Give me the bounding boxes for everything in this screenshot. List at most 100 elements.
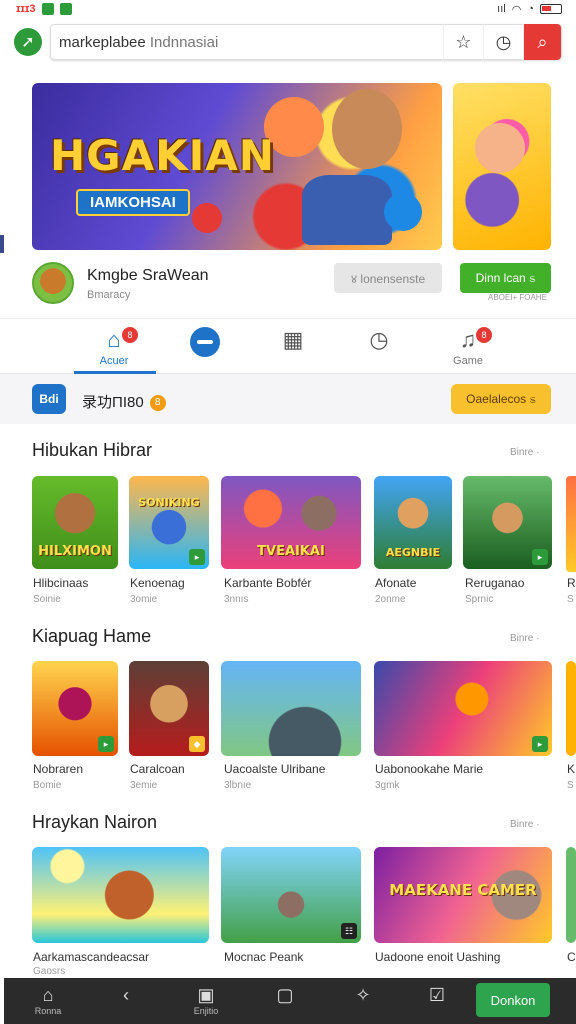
game-tile[interactable]: ☷ (221, 847, 361, 943)
tile-sub: Bomie (33, 780, 62, 791)
game-tile-partial[interactable] (566, 661, 576, 756)
badge-icon: ▸ (532, 736, 548, 752)
hero-banner[interactable]: HGAKIAN IAMKOHSAI (32, 83, 442, 250)
search-button[interactable]: ⌕ (523, 24, 561, 60)
tab-label: Game (453, 355, 483, 367)
game-tile[interactable]: TVEAIKAI (221, 476, 361, 569)
tile-sub: 3lbnıe (224, 780, 252, 791)
nav-home[interactable]: ⌂ Ronna (18, 984, 78, 1020)
tile-name: Mocnac Peank (224, 950, 304, 964)
tile-sub: 3emie (130, 780, 158, 791)
screen: ɪɪɪ3 ııl ◠ ◔ ➚ markeplabee Indnnasiai ☆ … (0, 0, 576, 1024)
back-icon: ‹ (123, 985, 129, 1005)
game-tile[interactable]: HILXIMON (32, 476, 118, 569)
game-tile[interactable] (221, 661, 361, 756)
game-tile[interactable]: SONIKING ▸ (129, 476, 209, 569)
tile-sub: S (567, 594, 574, 605)
tile-name: Uadoone enoit Uashing (375, 950, 501, 964)
tile-name: Afonate (375, 576, 417, 590)
install-note: ABOEI+ FOAHE (488, 293, 547, 302)
battery-icon (540, 4, 562, 14)
tile-sub: Sprnic (465, 594, 494, 605)
nav-label: Ronna (34, 1006, 62, 1016)
tab-history[interactable]: ◷ (337, 327, 421, 373)
game-tile[interactable]: MAEKANE CAMER (374, 847, 552, 943)
favorite-icon[interactable]: ☆ (443, 24, 483, 60)
check-icon: ☑ (428, 985, 446, 1005)
chat-icon (190, 327, 220, 357)
tile-caption: SONIKING (138, 496, 200, 509)
history-icon[interactable]: ◷ (483, 24, 523, 60)
tab-label: Acuer (99, 355, 129, 367)
tab-grid[interactable]: ▦ (251, 327, 335, 373)
tile-sub: 3nnıs (224, 594, 249, 605)
status-text: ɪɪɪ3 (16, 3, 36, 15)
tile-sub: Gaosrs (33, 966, 66, 977)
section-more-link[interactable]: Binre · (510, 633, 539, 644)
side-banner[interactable] (453, 83, 551, 250)
nav-star[interactable]: ✧ (333, 984, 393, 1020)
tile-name: Uacoalste Ulribane (224, 762, 326, 776)
banner-subtitle: IAMKOHSAI (76, 189, 190, 216)
tile-sub: 2onme (375, 594, 406, 605)
install-button[interactable]: Dinn lcan ಽ (460, 263, 551, 293)
tile-sub: 3omie (130, 594, 158, 605)
nav-check[interactable]: ☑ (407, 984, 467, 1020)
clock-icon: ◷ (369, 327, 389, 352)
tile-name: Hlibcinaas (33, 576, 89, 590)
ball-image (192, 203, 222, 233)
status-bar: ɪɪɪ3 ııl ◠ ◔ (0, 0, 576, 18)
tile-name: C (567, 950, 576, 964)
tab-chat[interactable] (163, 327, 247, 373)
game-tile[interactable]: ▸ (32, 661, 118, 756)
tile-name: Uabonookahe Marie (375, 762, 484, 776)
game-tile[interactable]: ▸ (463, 476, 552, 569)
secondary-button[interactable]: ४ lonensenste (334, 263, 442, 293)
tile-name: Caralcoan (130, 762, 185, 776)
tab-badge: 8 (122, 327, 138, 343)
tile-name: R (567, 576, 576, 590)
tab-home[interactable]: ⌂ Acuer 8 (72, 327, 156, 373)
banner-title: HGAKIAN (50, 131, 275, 180)
character-image (332, 89, 402, 169)
game-tile[interactable]: ▸ (374, 661, 552, 756)
nav-calendar[interactable]: ▣ Enjitio (176, 984, 236, 1020)
game-tile-partial[interactable] (566, 847, 576, 943)
promo-logo: Bdi (32, 384, 66, 414)
game-tile[interactable]: AEGNBIE (374, 476, 452, 569)
search-query: markeplabee (59, 33, 146, 51)
tile-caption: AEGNBIE (385, 546, 441, 559)
promo-button[interactable]: Oaelalecos ಽ (451, 384, 551, 414)
tile-sub: S (567, 780, 574, 791)
download-button[interactable]: Donkon (476, 983, 550, 1017)
section-more-link[interactable]: Binre · (510, 819, 539, 830)
app-avatar[interactable] (32, 262, 74, 304)
home-icon: ⌂ (42, 985, 54, 1005)
app-logo-icon[interactable]: ➚ (14, 28, 42, 56)
calendar-icon: ▣ (197, 985, 215, 1005)
section-title: Hraykan Nairon (32, 812, 158, 832)
nav-back[interactable]: ‹ (96, 984, 156, 1020)
tile-sub: Soinie (33, 594, 61, 605)
nav-square[interactable]: ▢ (255, 984, 315, 1020)
badge-icon: ▸ (532, 549, 548, 565)
game-tile-partial[interactable] (566, 476, 576, 572)
character-image (302, 175, 392, 245)
game-tile[interactable] (32, 847, 209, 943)
section-more-link[interactable]: Binre · (510, 447, 539, 458)
square-icon: ▢ (276, 985, 294, 1005)
promo-label: 录功ΠI80 (82, 394, 144, 411)
nav-label: Enjitio (193, 1006, 219, 1016)
wifi-icon: ◠ (511, 3, 522, 16)
game-tile[interactable]: ◆ (129, 661, 209, 756)
search-input[interactable]: markeplabee Indnnasiai ☆ ◷ ⌕ (50, 24, 562, 60)
tile-name: Kenoenag (130, 576, 185, 590)
search-hint: Indnnasiai (149, 33, 219, 51)
home-icon: ⌂ (107, 327, 121, 352)
badge-icon: ☷ (341, 923, 357, 939)
promo-badge: 8 (149, 395, 166, 412)
tile-sub: 3gmk (375, 780, 400, 791)
tile-name: Aarkamascandeacsar (33, 950, 150, 964)
tab-game[interactable]: ♫ Game 8 (426, 327, 510, 373)
tile-name: Reruganao (465, 576, 525, 590)
